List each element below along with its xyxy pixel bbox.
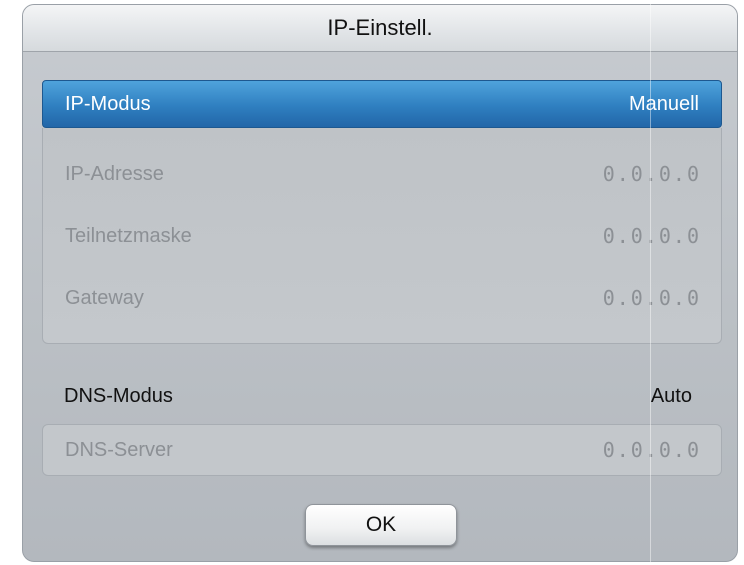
screen-divider — [650, 0, 651, 565]
ip-mode-row[interactable]: IP-Modus Manuell — [42, 80, 722, 128]
gateway-value: 0.0.0.0 — [602, 286, 701, 310]
dns-server-value: 0.0.0.0 — [602, 438, 701, 462]
dns-server-label: DNS-Server — [65, 439, 173, 461]
ip-address-label: IP-Adresse — [65, 163, 164, 185]
ip-mode-label: IP-Modus — [65, 93, 151, 115]
dns-server-row[interactable]: DNS-Server 0.0.0.0 — [42, 424, 722, 476]
gateway-row[interactable]: Gateway 0.0.0.0 — [43, 284, 721, 314]
ip-address-row[interactable]: IP-Adresse 0.0.0.0 — [43, 160, 721, 190]
ip-fields-group: IP-Adresse 0.0.0.0 Teilnetzmaske 0.0.0.0… — [42, 128, 722, 344]
dialog-title: IP-Einstell. — [23, 5, 737, 52]
dns-mode-label: DNS-Modus — [64, 385, 173, 407]
dns-mode-row[interactable]: DNS-Modus Auto — [42, 380, 722, 416]
gateway-label: Gateway — [65, 287, 144, 309]
subnet-mask-value: 0.0.0.0 — [602, 224, 701, 248]
subnet-mask-row[interactable]: Teilnetzmaske 0.0.0.0 — [43, 222, 721, 252]
ip-mode-value: Manuell — [628, 93, 699, 115]
ok-button[interactable]: OK — [305, 504, 457, 546]
dns-mode-value: Auto — [650, 385, 692, 407]
ip-address-value: 0.0.0.0 — [602, 162, 701, 186]
subnet-mask-label: Teilnetzmaske — [65, 225, 192, 247]
